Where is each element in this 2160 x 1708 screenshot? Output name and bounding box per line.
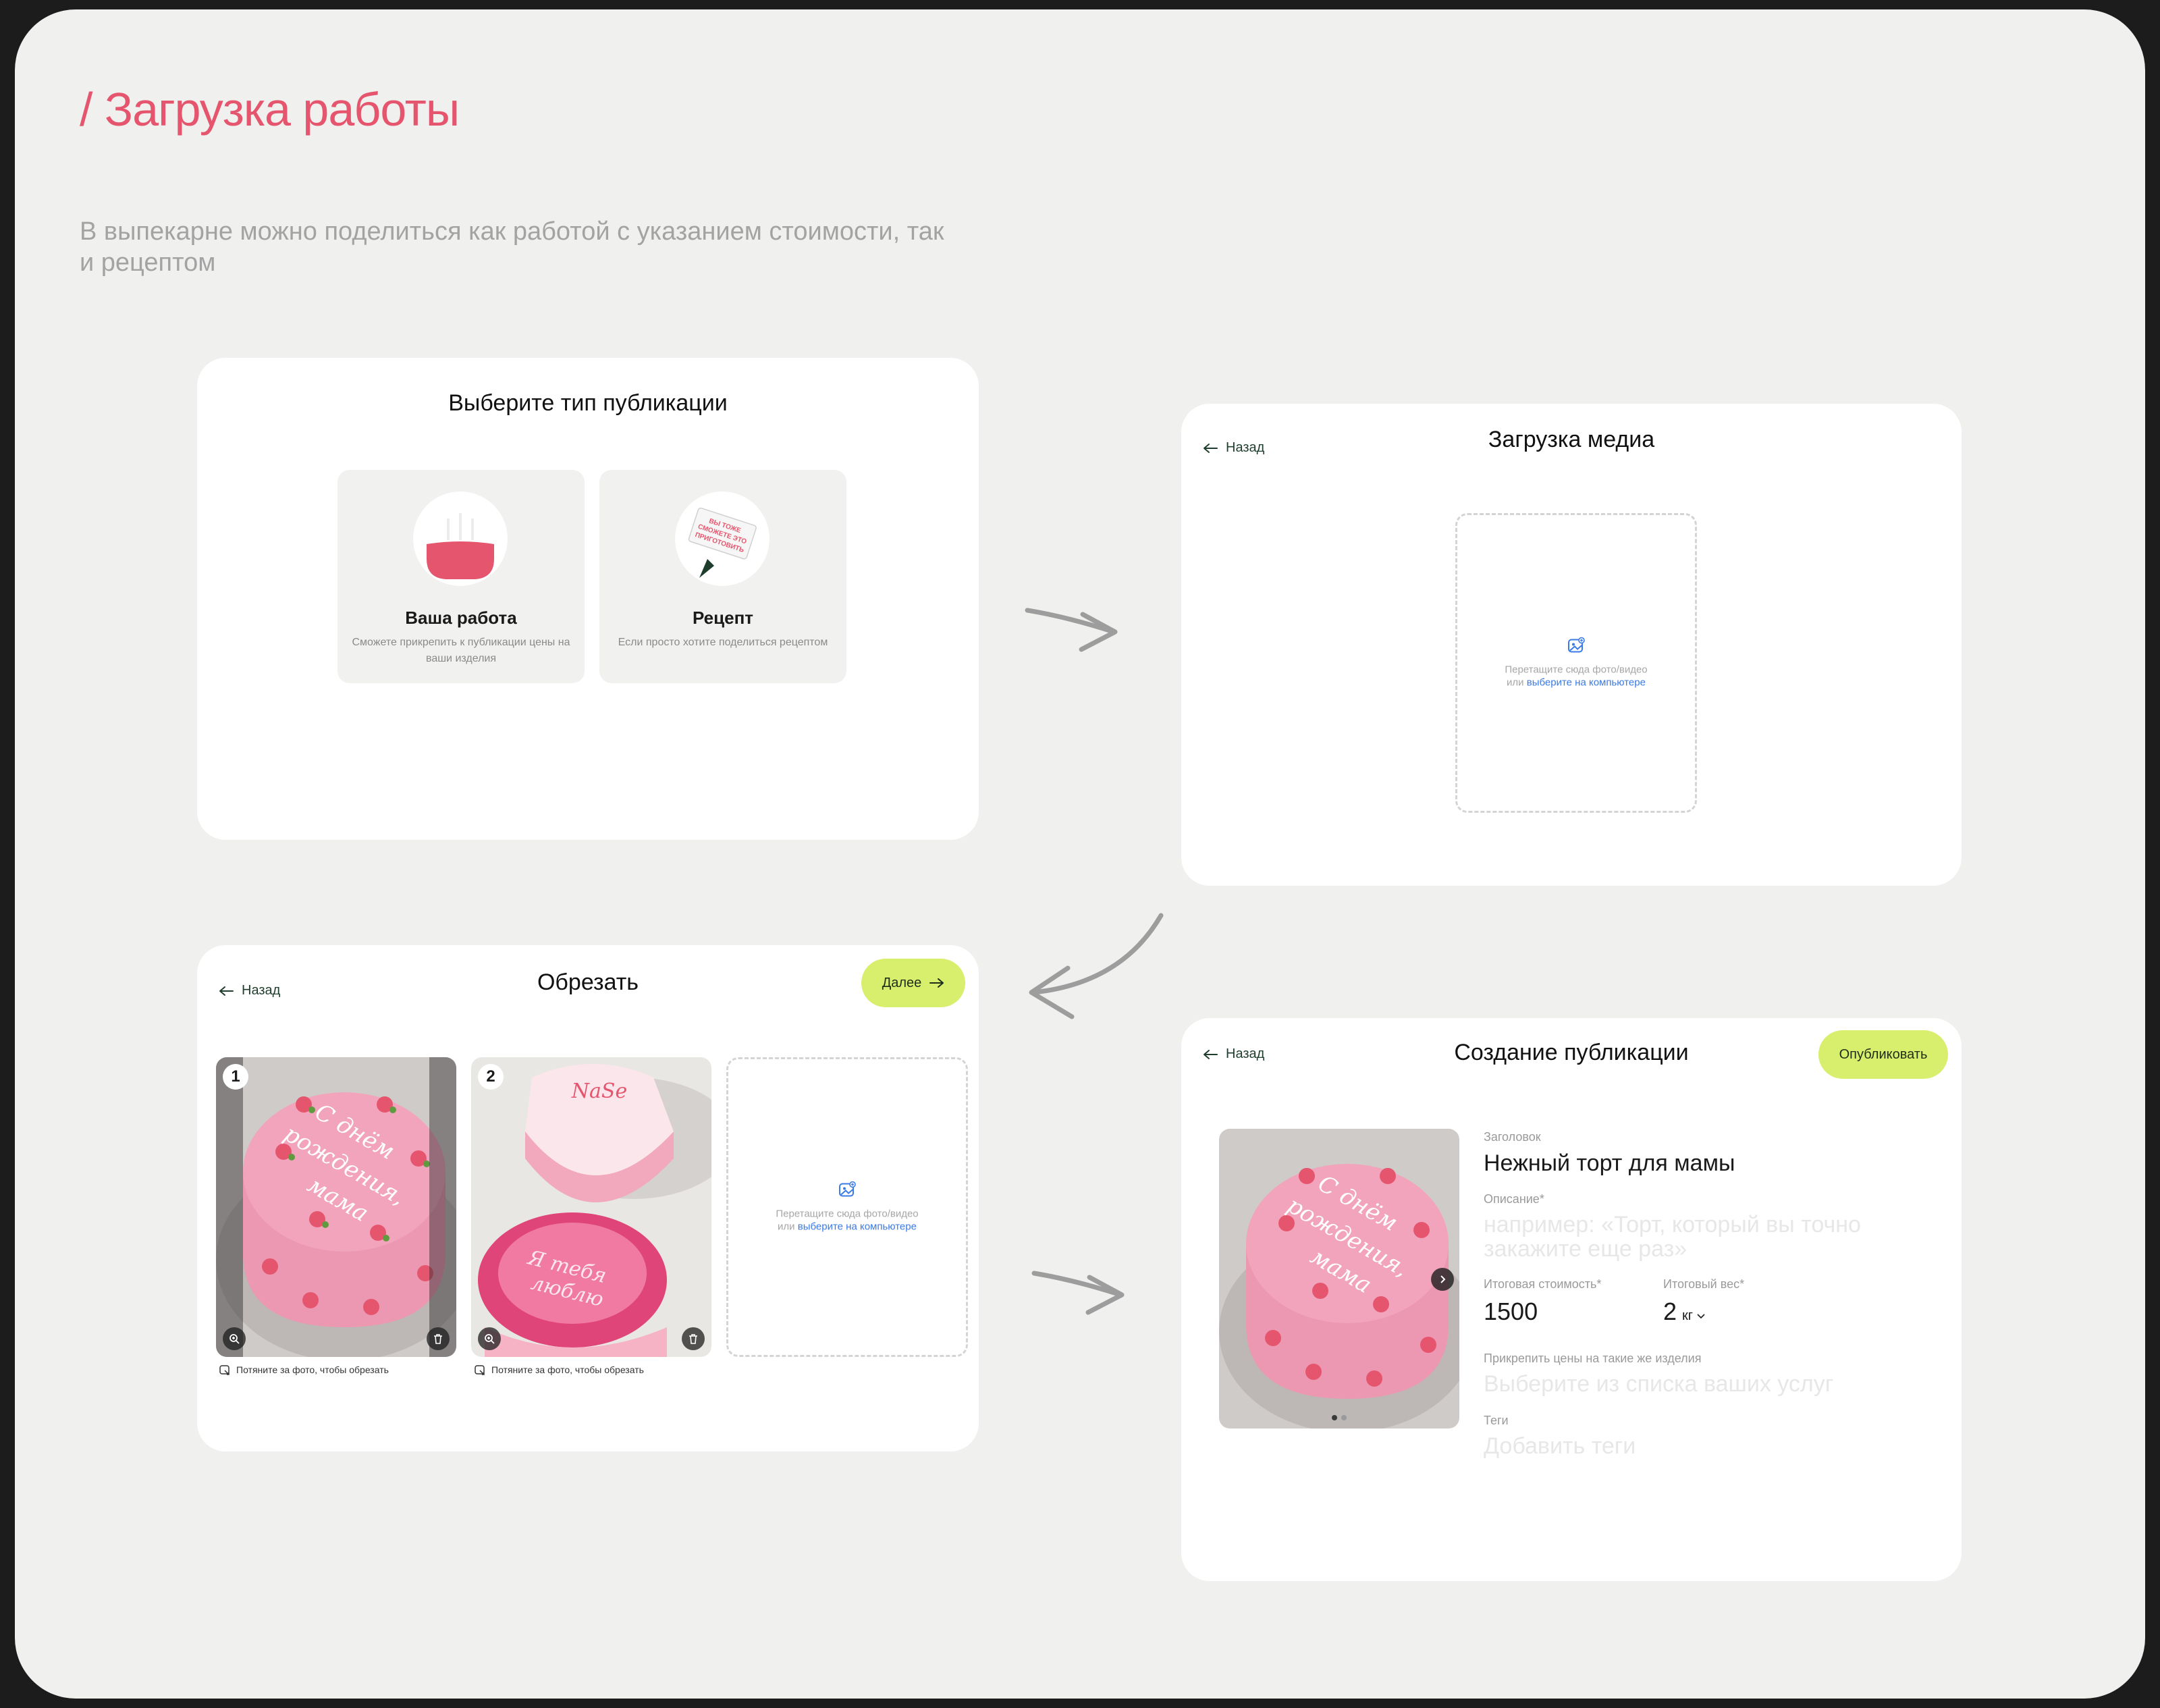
cake-photo: NaSe Я тебя люблю xyxy=(471,1057,711,1357)
publish-label: Опубликовать xyxy=(1839,1046,1928,1062)
cake-photo: С днём рождения, мама xyxy=(1219,1129,1459,1429)
publication-photo[interactable]: С днём рождения, мама xyxy=(1219,1129,1459,1429)
attach-prices-label: Прикрепить цены на такие же изделия xyxy=(1484,1352,1702,1365)
image-upload-icon xyxy=(1568,637,1585,653)
headline-input[interactable]: Нежный торт для мамы xyxy=(1484,1150,1735,1177)
zoom-button[interactable] xyxy=(478,1327,501,1350)
select-type-card: Выберите тип публикации Ваша работа Смож… xyxy=(197,358,979,840)
crop-icon xyxy=(475,1365,485,1375)
page-intro: В выпекарне можно поделиться как работой… xyxy=(80,217,944,277)
select-type-title: Выберите тип публикации xyxy=(448,390,728,416)
weight-value: 2 xyxy=(1663,1298,1677,1325)
upload-title: Загрузка медиа xyxy=(1488,427,1655,452)
weight-unit-select[interactable]: кг xyxy=(1682,1308,1705,1324)
dropzone-or: или xyxy=(1507,676,1524,689)
weight-label: Итоговый вес* xyxy=(1663,1277,1745,1291)
photo-thumbnail[interactable]: С днём рождения, мама 1 xyxy=(216,1057,456,1357)
option-work-title: Ваша работа xyxy=(405,608,517,628)
crop-icon xyxy=(219,1365,230,1375)
photo-number-badge: 2 xyxy=(478,1064,504,1090)
upload-media-card: Назад Загрузка медиа Перетащите сюда фот… xyxy=(1181,404,1962,886)
weight-input[interactable]: 2 кг xyxy=(1663,1298,1705,1326)
flow-arrow-icon xyxy=(1029,913,1164,1019)
photo-thumbnail[interactable]: NaSe Я тебя люблю 2 xyxy=(471,1057,711,1357)
dropzone-text: Перетащите сюда фото/видео xyxy=(1505,664,1648,676)
presentation-canvas: / Загрузка работы В выпекарне можно поде… xyxy=(15,9,2145,1699)
page-title: / Загрузка работы xyxy=(80,83,460,136)
price-label: Итоговая стоимость* xyxy=(1484,1277,1602,1291)
cake-icon xyxy=(413,491,508,586)
photo-number-badge: 1 xyxy=(223,1064,248,1090)
carousel-dots xyxy=(1219,1415,1459,1420)
description-label: Описание* xyxy=(1484,1192,1544,1206)
trash-icon xyxy=(689,1334,697,1344)
media-dropzone[interactable]: Перетащите сюда фото/видео или выберите … xyxy=(1455,513,1697,813)
next-button[interactable]: Далее xyxy=(861,959,965,1007)
crop-hint-text: Потяните за фото, чтобы обрезать xyxy=(491,1364,644,1375)
carousel-dot[interactable] xyxy=(1341,1415,1347,1420)
crop-hint: Потяните за фото, чтобы обрезать xyxy=(474,1364,644,1376)
choose-file-link[interactable]: выберите на компьютере xyxy=(1527,677,1646,689)
choose-file-link[interactable]: выберите на компьютере xyxy=(798,1221,917,1233)
option-recipe-title: Рецепт xyxy=(692,608,754,628)
price-input[interactable]: 1500 xyxy=(1484,1298,1538,1326)
option-recipe-description: Если просто хотите поделиться рецептом xyxy=(618,637,828,648)
option-recipe[interactable]: ВЫ ТОЖЕ СМОЖЕТЕ ЭТО ПРИГОТОВИТЬ Рецепт Е… xyxy=(599,470,846,683)
carousel-dot[interactable] xyxy=(1332,1415,1337,1420)
chevron-right-icon xyxy=(1440,1275,1446,1283)
carousel-next-button[interactable] xyxy=(1431,1268,1454,1291)
option-work[interactable]: Ваша работа Сможете прикрепить к публика… xyxy=(338,470,585,683)
dropzone-or: или xyxy=(778,1221,795,1233)
cake-inscription-1: NaSe xyxy=(571,1079,627,1103)
media-dropzone[interactable]: Перетащите сюда фото/видео или выберите … xyxy=(726,1057,968,1357)
zoom-icon xyxy=(230,1334,240,1344)
cake-photo: С днём рождения, мама xyxy=(216,1057,456,1357)
arrow-right-icon xyxy=(929,978,944,988)
publish-button[interactable]: Опубликовать xyxy=(1818,1030,1948,1079)
flow-arrow-icon xyxy=(1025,608,1118,652)
crop-hint-text: Потяните за фото, чтобы обрезать xyxy=(236,1364,389,1375)
attach-prices-select[interactable]: Выберите из списка ваших услуг xyxy=(1484,1372,1833,1396)
image-upload-icon xyxy=(839,1181,856,1197)
recipe-sign-icon: ВЫ ТОЖЕ СМОЖЕТЕ ЭТО ПРИГОТОВИТЬ xyxy=(675,491,770,586)
crop-hint: Потяните за фото, чтобы обрезать xyxy=(219,1364,389,1376)
weight-unit: кг xyxy=(1682,1308,1694,1323)
delete-button[interactable] xyxy=(682,1327,705,1350)
flow-arrow-icon xyxy=(1031,1271,1125,1315)
crop-card: Назад Обрезать Далее С днём рождения, ма… xyxy=(197,945,979,1451)
delete-button[interactable] xyxy=(427,1327,450,1350)
trash-icon xyxy=(434,1334,442,1344)
zoom-icon xyxy=(485,1334,495,1344)
tags-input[interactable]: Добавить теги xyxy=(1484,1434,1636,1458)
description-input[interactable]: например: «Торт, который вы точно закажи… xyxy=(1484,1212,1916,1261)
dropzone-text: Перетащите сюда фото/видео xyxy=(776,1208,919,1220)
create-publication-card: Назад Создание публикации Опубликовать С… xyxy=(1181,1018,1962,1581)
zoom-button[interactable] xyxy=(223,1327,246,1350)
next-label: Далее xyxy=(882,975,922,990)
option-work-description: Сможете прикрепить к публикации цены на … xyxy=(352,637,570,664)
tags-label: Теги xyxy=(1484,1414,1509,1427)
headline-label: Заголовок xyxy=(1484,1130,1541,1144)
chevron-down-icon xyxy=(1697,1313,1705,1318)
